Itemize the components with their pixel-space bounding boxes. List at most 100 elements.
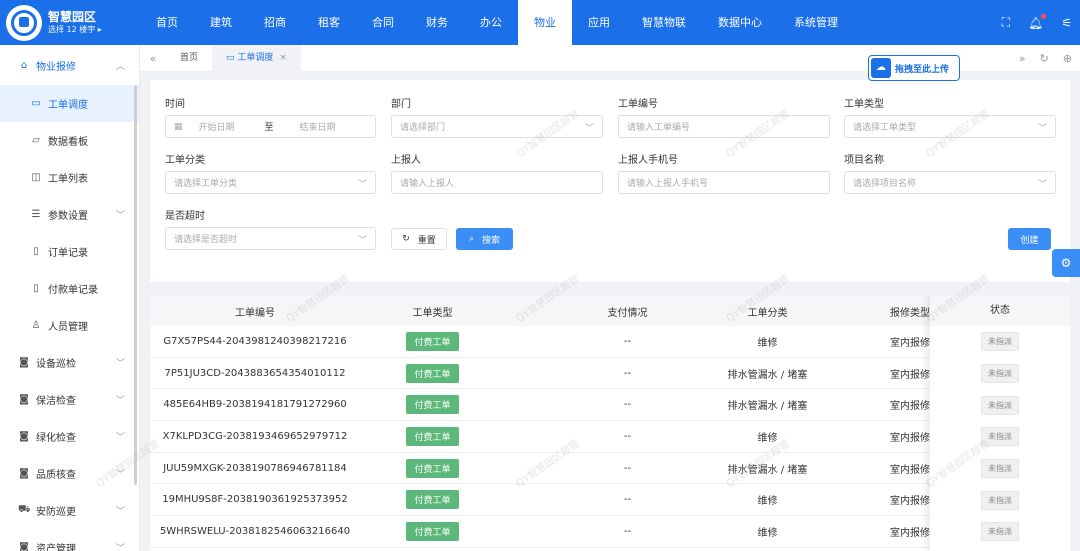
cell-order-no: 7P51JU3CD-2043883654354010112	[164, 367, 346, 379]
nav-item-iot[interactable]: 智慧物联	[626, 0, 702, 45]
reset-button[interactable]: ↻ 重置	[391, 228, 447, 250]
sidebar-item-payment-records[interactable]: ▯ 付款单记录	[0, 270, 139, 307]
cell-payment: --	[623, 430, 632, 442]
sidebar-group-assets[interactable]: ◙ 资产管理 ﹀	[0, 529, 139, 551]
nav-item-investment[interactable]: 招商	[248, 0, 302, 45]
truck-icon: ⛟	[18, 504, 31, 515]
sidebar-group-security[interactable]: ⛟ 安防巡更 ﹀	[0, 492, 139, 529]
sidebar-group-cleaning[interactable]: ◙ 保洁检查 ﹀	[0, 381, 139, 418]
sidebar-item-staff[interactable]: ♙ 人员管理	[0, 307, 139, 344]
cell-category: 排水管漏水 / 堵塞	[727, 401, 808, 413]
order-no-input[interactable]: 请输入工单编号	[618, 115, 830, 138]
sidebar-item-dispatch[interactable]: ▭ 工单调度	[0, 85, 139, 122]
notification-bell-icon[interactable]: 🔔︎	[1028, 13, 1047, 30]
nav-item-building[interactable]: 建筑	[194, 0, 248, 45]
overtime-label: 是否超时	[165, 211, 205, 222]
sidebar-item-params[interactable]: ☰ 参数设置 ﹀	[0, 196, 139, 233]
category-placeholder: 请选择工单分类	[174, 179, 238, 189]
document-icon: ▯	[33, 246, 39, 257]
cell-payment: --	[623, 494, 632, 506]
nav-item-system[interactable]: 系统管理	[778, 0, 854, 45]
category-select[interactable]: 请选择工单分类 ﹀	[165, 171, 376, 194]
document-check-icon: ▯	[33, 283, 39, 294]
main-nav: 首页 建筑 招商 租客 合同 财务 办公 物业 应用 智慧物联 数据中心 系统管…	[140, 0, 854, 45]
cell-category: 维修	[757, 528, 778, 540]
building-selector[interactable]: 选择 12 楼宇 ▸	[48, 25, 102, 35]
sliders-icon: ☰	[31, 209, 41, 220]
sidebar-group-label: 物业报修	[36, 61, 76, 73]
sidebar-group-label: 品质核查	[36, 470, 76, 481]
chevron-down-icon: ﹀	[115, 507, 125, 517]
date-separator: 至	[264, 123, 274, 133]
tabs-scroll-right-icon[interactable]: »	[1019, 52, 1026, 65]
chevron-down-icon: ﹀	[115, 433, 125, 443]
brand[interactable]: 智慧园区 选择 12 楼宇 ▸	[0, 0, 140, 45]
col-order-no[interactable]: 工单编号	[150, 304, 360, 319]
sidebar-group-repair[interactable]: ⌂ 物业报修 ︿	[0, 45, 139, 85]
project-select[interactable]: 请选择项目名称 ﹀	[844, 171, 1056, 194]
overtime-select[interactable]: 请选择是否超时 ﹀	[165, 227, 376, 250]
col-order-type[interactable]: 工单类型	[375, 304, 490, 319]
dept-placeholder: 请选择部门	[400, 123, 446, 133]
cloud-upload-icon: ☁	[871, 58, 891, 78]
nav-item-data-center[interactable]: 数据中心	[702, 0, 778, 45]
settings-gear-icon[interactable]: ⚙	[1052, 249, 1080, 277]
cell-category: 排水管漏水 / 堵塞	[727, 464, 808, 476]
order-type-tag: 付费工单	[406, 522, 459, 542]
sidebar-group-greening[interactable]: ◙ 绿化检查 ﹀	[0, 418, 139, 455]
phone-input[interactable]: 请输入上报人手机号	[618, 171, 830, 194]
dept-select[interactable]: 请选择部门 ﹀	[391, 115, 603, 138]
refresh-icon: ↻	[402, 234, 410, 244]
user-icon: ♙	[31, 320, 41, 331]
search-button[interactable]: ⌕ 搜索	[456, 228, 513, 250]
sidebar-item-dashboard[interactable]: ▱ 数据看板	[0, 122, 139, 159]
reporter-input[interactable]: 请输入上报人	[391, 171, 603, 194]
chevron-down-icon: ﹀	[357, 180, 367, 190]
sidebar-item-label: 工单列表	[48, 174, 88, 185]
tabs-menu-icon[interactable]: ⊕	[1063, 52, 1072, 65]
sidebar-scrollbar[interactable]	[134, 85, 137, 485]
nav-item-finance[interactable]: 财务	[410, 0, 464, 45]
sidebar-group-equipment[interactable]: ◙ 设备巡检 ﹀	[0, 344, 139, 381]
order-type-placeholder: 请选择工单类型	[853, 123, 917, 133]
nav-item-tenant[interactable]: 租客	[302, 0, 356, 45]
tab-home[interactable]: 首页	[166, 45, 212, 72]
order-type-tag: 付费工单	[406, 458, 459, 478]
cell-order-no: JUU59MXGK-2038190786946781184	[163, 462, 347, 474]
camera-icon: ◙	[19, 431, 29, 442]
date-range-picker[interactable]: ▦ 开始日期 至 结束日期	[165, 115, 376, 138]
create-button[interactable]: 创建	[1008, 228, 1051, 250]
refresh-icon[interactable]: ↻	[1040, 52, 1049, 65]
cell-category: 维修	[757, 496, 778, 508]
sidebar-group-quality[interactable]: ◙ 品质核查 ﹀	[0, 455, 139, 492]
status-badge: 未指派	[981, 490, 1019, 510]
cell-payment: --	[623, 462, 632, 474]
col-payment[interactable]: 支付情况	[570, 304, 685, 319]
status-badge: 未指派	[981, 395, 1019, 415]
nav-item-office[interactable]: 办公	[464, 0, 518, 45]
upload-dropzone[interactable]: ☁ 拖拽至此上传	[868, 55, 960, 81]
nav-item-contract[interactable]: 合同	[356, 0, 410, 45]
search-icon: ⌕	[468, 234, 475, 244]
fullscreen-icon[interactable]: ⛶	[1002, 15, 1010, 30]
tab-close-icon[interactable]: ×	[279, 53, 287, 63]
sidebar-item-order-list[interactable]: ◫ 工单列表	[0, 159, 139, 196]
order-type-select[interactable]: 请选择工单类型 ﹀	[844, 115, 1056, 138]
settings-sliders-icon[interactable]: ⚟	[1061, 16, 1072, 30]
col-category[interactable]: 工单分类	[710, 304, 825, 319]
nav-item-home[interactable]: 首页	[140, 0, 194, 45]
tabs-scroll-left-icon[interactable]: «	[140, 52, 166, 65]
status-badge: 未指派	[981, 427, 1019, 447]
project-placeholder: 请选择项目名称	[853, 179, 917, 189]
nav-item-property[interactable]: 物业	[518, 0, 572, 45]
bell-icon: ⌂	[20, 59, 28, 71]
order-type-tag: 付费工单	[406, 331, 459, 351]
tab-dispatch[interactable]: ▭ 工单调度 ×	[212, 44, 301, 72]
end-date-placeholder: 结束日期	[299, 123, 336, 133]
start-date-placeholder: 开始日期	[198, 123, 235, 133]
nav-item-apps[interactable]: 应用	[572, 0, 626, 45]
sidebar-item-order-records[interactable]: ▯ 订单记录	[0, 233, 139, 270]
logo-icon	[6, 4, 42, 41]
cell-order-no: 5WHRSWELU-2038182546063216640	[159, 526, 351, 538]
col-status[interactable]: 状态	[930, 296, 1070, 326]
